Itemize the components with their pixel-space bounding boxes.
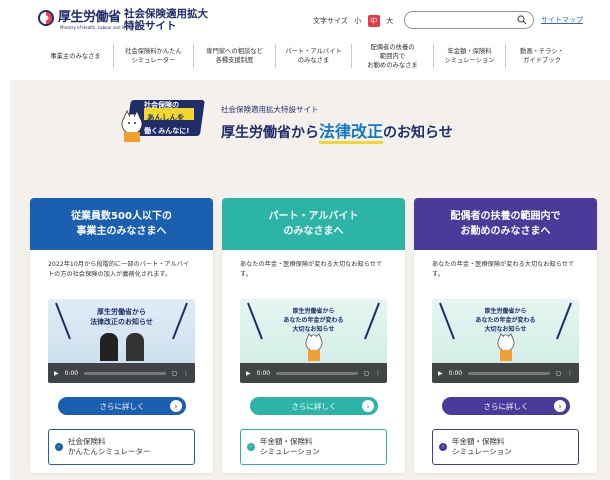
global-nav: 事業主のみなさま 社会保険料かんたん シミュレーター 専門家への相談など 各種支… — [38, 40, 578, 72]
font-size-switcher: 文字サイズ 小 中 大 — [313, 15, 396, 27]
video-time: 0:00 — [448, 369, 463, 377]
font-size-large[interactable]: 大 — [384, 15, 396, 27]
hero-title-highlight: 法律改正 — [319, 122, 384, 144]
hero-badge-line2: あんしんを — [147, 113, 185, 122]
hero-badge-line1: 社会保険の — [144, 101, 179, 109]
video-controls: ▶ 0:00 ◻ ⋮ — [240, 363, 387, 383]
arrow-right-icon: › — [554, 400, 566, 412]
chevron-right-icon: › — [247, 443, 255, 451]
play-icon[interactable]: ▶ — [438, 370, 443, 377]
sitemap-link[interactable]: サイトマップ — [541, 15, 583, 25]
nav-item-simulator[interactable]: 社会保険料かんたん シミュレーター — [114, 44, 194, 68]
presenter-figure — [126, 333, 144, 361]
site-header: 厚生労働省 Ministry of Health, Labour and Wel… — [0, 0, 610, 36]
video-progress-bar[interactable] — [84, 371, 167, 375]
nav-item-support[interactable]: 専門家への相談など 各種支援制度 — [194, 44, 276, 68]
hero-title-post: のお知らせ — [383, 125, 453, 141]
presenter-figure — [100, 333, 118, 361]
video-player[interactable]: 厚生労働省から あなたの年金が変わる 大切なお知らせ ▶ 0:00 ◻ ⋮ — [240, 299, 387, 383]
sub-link-label: 年金額・保険料 シミュレーション — [260, 437, 320, 456]
volume-icon[interactable]: ◻ — [172, 370, 177, 377]
video-player[interactable]: 厚生労働省から 法律改正のお知らせ ▶ 0:00 ◻ ⋮ — [48, 299, 195, 383]
card-description: あなたの年金・医療保険が変わる大切なお知らせです。 — [240, 261, 383, 278]
video-controls: ▶ 0:00 ◻ ⋮ — [432, 363, 579, 383]
card-part-time: パート・アルバイト のみなさまへ あなたの年金・医療保険が変わる大切なお知らせで… — [222, 198, 405, 473]
chevron-right-icon: › — [55, 443, 63, 451]
logo-text: 厚生労働省 — [58, 10, 121, 25]
more-options-icon[interactable]: ⋮ — [183, 370, 189, 377]
video-caption: 厚生労働省から 法律改正のお知らせ — [90, 308, 153, 326]
sub-link-pension-sim[interactable]: › 年金額・保険料 シミュレーション — [432, 429, 579, 465]
volume-icon[interactable]: ◻ — [364, 370, 369, 377]
site-title[interactable]: 社会保険適用拡大特設サイト — [124, 8, 214, 32]
play-icon[interactable]: ▶ — [54, 370, 59, 377]
hero-title-pre: 厚生労働省から — [221, 125, 319, 141]
sub-link-pension-sim[interactable]: › 年金額・保険料 シミュレーション — [240, 429, 387, 465]
nav-item-dependents[interactable]: 配偶者の扶養の 範囲内で お勤めのみなさま — [352, 44, 434, 69]
card-title[interactable]: 従業員数500人以下の 事業主のみなさまへ — [30, 198, 213, 250]
card-dependents: 配偶者の扶養の範囲内で お勤めのみなさまへ あなたの年金・医療保険が変わる大切な… — [414, 198, 597, 473]
video-caption: 厚生労働省から あなたの年金が変わる 大切なお知らせ — [475, 308, 536, 333]
play-icon[interactable]: ▶ — [246, 370, 251, 377]
card-title[interactable]: 配偶者の扶養の範囲内で お勤めのみなさまへ — [414, 198, 597, 250]
nav-item-media[interactable]: 動画・チラシ・ ガイドブック — [506, 44, 578, 68]
video-progress-bar[interactable] — [468, 371, 551, 375]
card-description: 2022年10月から段階的に一部のパート・アルバイトの方の社会保険の加入が義務化… — [48, 261, 190, 278]
arrow-right-icon: › — [170, 400, 182, 412]
video-time: 0:00 — [256, 369, 271, 377]
video-controls: ▶ 0:00 ◻ ⋮ — [48, 363, 195, 383]
more-details-label: さらに詳しく — [291, 401, 337, 411]
nav-item-part-time[interactable]: パート・アルバイト のみなさま — [276, 44, 352, 68]
mhlw-logo-icon — [38, 10, 54, 26]
nav-item-pension-sim[interactable]: 年金額・保険料 シミュレーション — [434, 44, 506, 68]
more-options-icon[interactable]: ⋮ — [567, 370, 573, 377]
video-caption: 厚生労働省から あなたの年金が変わる 大切なお知らせ — [283, 308, 344, 333]
video-progress-bar[interactable] — [276, 371, 359, 375]
font-size-small[interactable]: 小 — [352, 15, 364, 27]
video-time: 0:00 — [64, 369, 79, 377]
font-size-label: 文字サイズ — [313, 17, 348, 25]
more-details-button[interactable]: さらに詳しく › — [250, 397, 378, 415]
volume-icon[interactable]: ◻ — [556, 370, 561, 377]
sub-link-label: 社会保険料 かんたんシミュレーター — [68, 437, 151, 456]
hero-badge-line3: 働くみんなに! — [144, 127, 190, 135]
sub-link-label: 年金額・保険料 シミュレーション — [452, 437, 512, 456]
nav-item-employers[interactable]: 事業主のみなさま — [38, 44, 114, 68]
search-icon[interactable] — [517, 15, 527, 25]
video-player[interactable]: 厚生労働省から あなたの年金が変わる 大切なお知らせ ▶ 0:00 ◻ ⋮ — [432, 299, 579, 383]
card-employers: 従業員数500人以下の 事業主のみなさまへ 2022年10月から段階的に一部のパ… — [30, 198, 213, 473]
hero-subtitle: 社会保険適用拡大特設サイト — [221, 105, 319, 114]
mascot-cat-icon — [497, 333, 515, 361]
more-details-label: さらに詳しく — [483, 401, 529, 411]
card-description: あなたの年金・医療保険が変わる大切なお知らせです。 — [432, 261, 575, 278]
sub-link-simulator[interactable]: › 社会保険料 かんたんシミュレーター — [48, 429, 195, 465]
card-title[interactable]: パート・アルバイト のみなさまへ — [222, 198, 405, 250]
more-details-button[interactable]: さらに詳しく › — [58, 397, 186, 415]
arrow-right-icon: › — [362, 400, 374, 412]
search-input[interactable] — [404, 11, 534, 29]
mascot-cat-icon — [305, 333, 323, 361]
hero-title: 厚生労働省から法律改正のお知らせ — [221, 118, 453, 144]
more-details-label: さらに詳しく — [99, 401, 145, 411]
mhlw-logo[interactable]: 厚生労働省 — [38, 10, 121, 26]
more-options-icon[interactable]: ⋮ — [375, 370, 381, 377]
chevron-right-icon: › — [439, 443, 447, 451]
font-size-medium[interactable]: 中 — [367, 15, 380, 27]
more-details-button[interactable]: さらに詳しく › — [442, 397, 570, 415]
